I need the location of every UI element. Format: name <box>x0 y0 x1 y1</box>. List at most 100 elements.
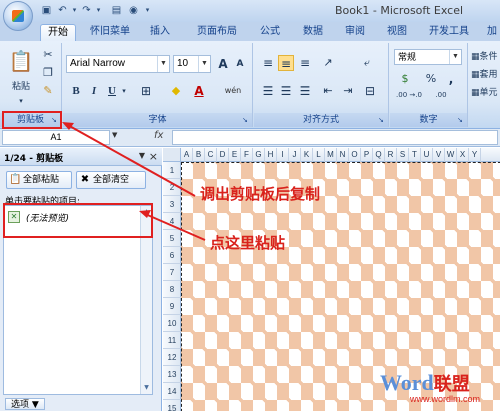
row-header[interactable]: 2 <box>163 179 181 196</box>
column-header[interactable]: W <box>445 148 457 162</box>
row-header[interactable]: 14 <box>163 383 181 400</box>
copy-icon[interactable]: ❐ <box>40 65 56 81</box>
column-header[interactable]: C <box>205 148 217 162</box>
close-icon[interactable]: × <box>149 150 158 163</box>
percent-button[interactable]: % <box>424 71 438 87</box>
row-header[interactable]: 15 <box>163 400 181 411</box>
font-color-icon[interactable]: A <box>191 83 207 99</box>
column-header[interactable]: D <box>217 148 229 162</box>
column-header[interactable]: Q <box>373 148 385 162</box>
column-header[interactable]: N <box>337 148 349 162</box>
wrap-text-icon[interactable]: ⤶ <box>358 55 376 71</box>
column-header[interactable]: S <box>397 148 409 162</box>
grow-font-button[interactable]: A <box>215 56 231 72</box>
currency-button[interactable]: $ <box>396 71 414 87</box>
font-size-combo[interactable]: 10 ▼ <box>173 55 211 73</box>
merge-center-icon[interactable]: ⊟ <box>361 83 379 99</box>
column-header[interactable]: K <box>301 148 313 162</box>
fill-color-icon[interactable]: ◆ <box>167 83 185 99</box>
column-header[interactable]: X <box>457 148 469 162</box>
namebox-dropdown-icon[interactable]: ▼ <box>112 131 117 139</box>
increase-decimal-button[interactable]: .00 →.0 <box>396 91 422 107</box>
alignment-launcher-icon[interactable]: ↘ <box>378 116 386 124</box>
orientation-icon[interactable]: ↗ <box>319 55 337 71</box>
tab-home[interactable]: 开始 <box>40 24 76 41</box>
column-header[interactable]: M <box>325 148 337 162</box>
column-header[interactable]: I <box>277 148 289 162</box>
tab-insert[interactable]: 插入 <box>145 24 175 41</box>
paste-all-button[interactable]: 📋 全部粘贴 <box>6 171 72 189</box>
office-button[interactable] <box>3 1 33 31</box>
tab-view[interactable]: 视图 <box>382 24 412 41</box>
align-left-icon[interactable]: ☰ <box>260 83 276 99</box>
tab-data[interactable]: 数据 <box>298 24 328 41</box>
decrease-indent-icon[interactable]: ⇤ <box>319 83 337 99</box>
increase-indent-icon[interactable]: ⇥ <box>339 83 357 99</box>
chevron-down-icon[interactable]: ▼ <box>198 56 210 72</box>
align-right-icon[interactable]: ☰ <box>297 83 313 99</box>
italic-button[interactable]: I <box>87 83 101 99</box>
name-box[interactable]: A1 <box>2 130 110 145</box>
insert-function-icon[interactable]: fx <box>154 130 163 141</box>
tab-addins[interactable]: 加 <box>484 24 500 41</box>
comma-button[interactable]: , <box>444 71 458 87</box>
column-header[interactable]: H <box>265 148 277 162</box>
number-launcher-icon[interactable]: ↘ <box>457 116 465 124</box>
column-header[interactable]: P <box>361 148 373 162</box>
borders-icon[interactable]: ⊞ <box>137 83 155 99</box>
row-header[interactable]: 9 <box>163 298 181 315</box>
align-middle-icon[interactable]: ≡ <box>278 55 294 71</box>
row-header[interactable]: 4 <box>163 213 181 230</box>
row-header[interactable]: 5 <box>163 230 181 247</box>
bold-button[interactable]: B <box>69 83 83 99</box>
column-header[interactable]: E <box>229 148 241 162</box>
phonetic-button[interactable]: wén <box>223 83 243 99</box>
row-header[interactable]: 7 <box>163 264 181 281</box>
shrink-font-button[interactable]: A <box>232 56 248 72</box>
column-header[interactable]: L <box>313 148 325 162</box>
print-preview-icon[interactable]: ▤ <box>110 4 123 17</box>
redo-dropdown-icon[interactable]: ▾ <box>92 4 105 17</box>
customize-dropdown-icon[interactable]: ▾ <box>141 4 154 17</box>
number-format-combo[interactable]: 常规 ▼ <box>394 49 462 65</box>
align-bottom-icon[interactable]: ≡ <box>297 55 313 71</box>
font-name-combo[interactable]: Arial Narrow ▼ <box>66 55 170 73</box>
row-header[interactable]: 6 <box>163 247 181 264</box>
font-launcher-icon[interactable]: ↘ <box>242 116 250 124</box>
row-header[interactable]: 1 <box>163 162 181 179</box>
cell-styles-button[interactable]: ▦单元 <box>471 85 500 101</box>
column-header[interactable]: V <box>433 148 445 162</box>
tab-classic-menu[interactable]: 怀旧菜单 <box>86 24 134 41</box>
underline-button[interactable]: U <box>105 83 119 99</box>
options-button[interactable]: 选项 ▼ <box>5 398 45 410</box>
row-header[interactable]: 3 <box>163 196 181 213</box>
tab-formulas[interactable]: 公式 <box>255 24 285 41</box>
row-header[interactable]: 10 <box>163 315 181 332</box>
cut-icon[interactable]: ✂ <box>40 47 56 63</box>
column-header[interactable]: O <box>349 148 361 162</box>
row-header[interactable]: 8 <box>163 281 181 298</box>
column-header[interactable]: Y <box>469 148 481 162</box>
chevron-down-icon[interactable]: ▼ <box>449 50 461 64</box>
pane-menu-dropdown-icon[interactable]: ▼ <box>139 151 145 160</box>
formula-input[interactable] <box>172 130 498 145</box>
scroll-down-icon[interactable]: ▼ <box>142 383 151 393</box>
column-header[interactable]: A <box>181 148 193 162</box>
paste-dropdown-icon[interactable]: ▾ <box>14 93 28 109</box>
column-header[interactable]: T <box>409 148 421 162</box>
column-header[interactable]: F <box>241 148 253 162</box>
row-header[interactable]: 12 <box>163 349 181 366</box>
align-top-icon[interactable]: ≡ <box>260 55 276 71</box>
camera-icon[interactable]: ◉ <box>127 4 140 17</box>
paste-icon[interactable]: 📋 <box>8 47 34 75</box>
column-header[interactable]: R <box>385 148 397 162</box>
tab-review[interactable]: 审阅 <box>340 24 370 41</box>
column-header[interactable]: B <box>193 148 205 162</box>
conditional-format-button[interactable]: ▦条件 <box>471 49 500 65</box>
column-header[interactable]: U <box>421 148 433 162</box>
format-as-table-button[interactable]: ▦套用 <box>471 67 500 83</box>
tab-page-layout[interactable]: 页面布局 <box>188 24 246 41</box>
align-center-icon[interactable]: ☰ <box>278 83 294 99</box>
chevron-down-icon[interactable]: ▼ <box>157 56 169 72</box>
row-header[interactable]: 11 <box>163 332 181 349</box>
